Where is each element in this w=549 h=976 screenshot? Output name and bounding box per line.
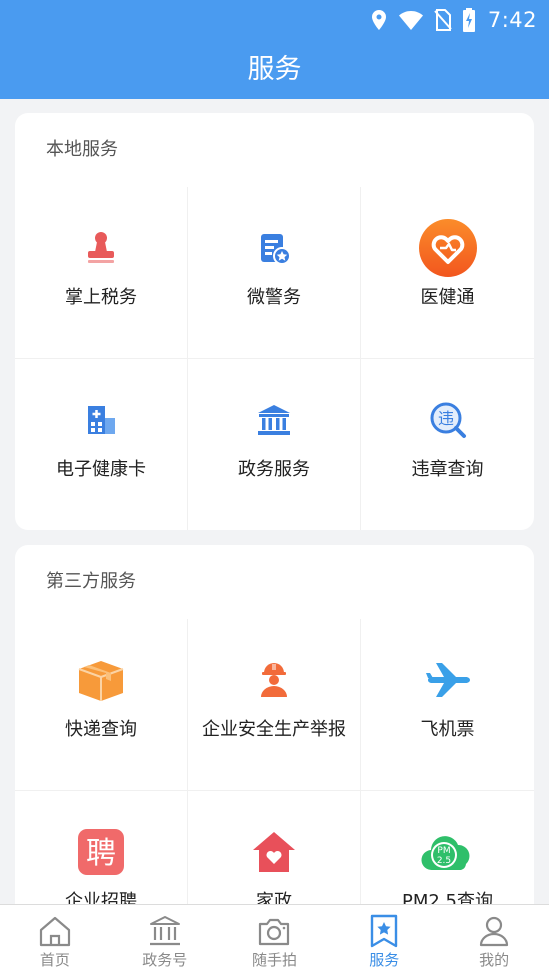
house-heart-icon bbox=[243, 821, 305, 883]
tab-label: 首页 bbox=[39, 951, 70, 969]
service-label: 微警务 bbox=[247, 287, 301, 308]
service-label: 医健通 bbox=[420, 287, 475, 308]
government-building-icon bbox=[243, 389, 305, 451]
tab-label: 我的 bbox=[479, 951, 510, 969]
home-icon bbox=[37, 913, 73, 949]
service-label: 违章查询 bbox=[411, 459, 484, 480]
service-pm25[interactable]: PM 2.5 PM2.5查询 bbox=[361, 791, 534, 904]
status-bar: 7:42 bbox=[0, 0, 549, 40]
tab-snapshot[interactable]: 随手拍 bbox=[220, 905, 330, 976]
tab-services[interactable]: 服务 bbox=[329, 905, 439, 976]
pm-value-icon-text: 2.5 bbox=[436, 856, 450, 866]
service-label: 掌上税务 bbox=[65, 287, 137, 308]
government-icon bbox=[147, 913, 183, 949]
service-label: 电子健康卡 bbox=[56, 459, 146, 480]
service-label: 企业招聘 bbox=[65, 891, 137, 904]
local-services-grid: 掌上税务 微警务 医健通 电子健康卡 政务服务 违 违章查询 bbox=[15, 187, 534, 530]
tab-label: 政务号 bbox=[142, 951, 188, 969]
service-recruitment[interactable]: 聘 企业招聘 bbox=[15, 791, 188, 904]
wifi-icon bbox=[398, 9, 424, 31]
tab-home[interactable]: 首页 bbox=[0, 905, 110, 976]
status-time: 7:42 bbox=[487, 8, 537, 32]
service-label: 快递查询 bbox=[65, 719, 137, 740]
battery-charging-icon bbox=[462, 8, 476, 32]
section-title-third-party: 第三方服务 bbox=[46, 571, 136, 592]
service-tax[interactable]: 掌上税务 bbox=[15, 187, 188, 359]
camera-icon bbox=[256, 913, 292, 949]
pm25-cloud-icon: PM 2.5 bbox=[417, 821, 479, 883]
service-health-pass[interactable]: 医健通 bbox=[361, 187, 534, 359]
profile-icon bbox=[476, 913, 512, 949]
status-icons: 7:42 bbox=[370, 6, 537, 34]
heart-health-icon bbox=[417, 217, 479, 279]
location-icon bbox=[370, 9, 388, 31]
service-label: 飞机票 bbox=[420, 719, 475, 740]
no-sim-icon bbox=[434, 9, 452, 31]
tab-government[interactable]: 政务号 bbox=[110, 905, 220, 976]
star-bookmark-icon bbox=[366, 913, 402, 949]
service-label: 政务服务 bbox=[238, 459, 310, 480]
airplane-icon bbox=[417, 649, 479, 711]
service-violation[interactable]: 违 违章查询 bbox=[361, 359, 534, 530]
tab-profile[interactable]: 我的 bbox=[439, 905, 549, 976]
tab-label: 服务 bbox=[369, 951, 400, 969]
hospital-building-icon bbox=[70, 389, 132, 451]
service-government[interactable]: 政务服务 bbox=[188, 359, 361, 530]
tab-label: 随手拍 bbox=[251, 951, 297, 969]
recruitment-icon: 聘 bbox=[70, 821, 132, 883]
service-flight[interactable]: 飞机票 bbox=[361, 619, 534, 791]
stamp-icon bbox=[70, 217, 132, 279]
service-label: 家政 bbox=[256, 891, 292, 904]
services-content[interactable]: 本地服务 掌上税务 微警务 医健通 电子健康卡 政务服务 违 违章查询 第三方服… bbox=[0, 99, 549, 904]
violation-icon-glyph: 违 bbox=[437, 409, 453, 428]
recruitment-icon-glyph: 聘 bbox=[86, 836, 116, 871]
violation-search-icon: 违 bbox=[417, 389, 479, 451]
safety-worker-icon bbox=[243, 649, 305, 711]
bottom-tab-bar: 首页 政务号 随手拍 服务 我的 bbox=[0, 904, 549, 976]
service-housekeeping[interactable]: 家政 bbox=[188, 791, 361, 904]
package-box-icon bbox=[70, 649, 132, 711]
service-health-card[interactable]: 电子健康卡 bbox=[15, 359, 188, 530]
police-document-icon bbox=[243, 217, 305, 279]
service-label: 企业安全生产举报 bbox=[202, 719, 346, 740]
service-label: PM2.5查询 bbox=[401, 891, 493, 904]
pm-icon-text: PM bbox=[437, 846, 450, 856]
app-header: 7:42 服务 bbox=[0, 0, 549, 99]
third-party-services-grid: 快递查询 企业安全生产举报 飞机票 聘 企业招聘 家政 PM 2.5 PM2.5… bbox=[15, 619, 534, 904]
service-police[interactable]: 微警务 bbox=[188, 187, 361, 359]
page-title: 服务 bbox=[247, 54, 302, 85]
local-services-card: 本地服务 掌上税务 微警务 医健通 电子健康卡 政务服务 违 违章查询 bbox=[15, 113, 534, 530]
service-safety-report[interactable]: 企业安全生产举报 bbox=[188, 619, 361, 791]
section-title-local: 本地服务 bbox=[46, 139, 118, 160]
service-express[interactable]: 快递查询 bbox=[15, 619, 188, 791]
third-party-services-card: 第三方服务 快递查询 企业安全生产举报 飞机票 聘 企业招聘 家政 PM 2.5… bbox=[15, 545, 534, 904]
